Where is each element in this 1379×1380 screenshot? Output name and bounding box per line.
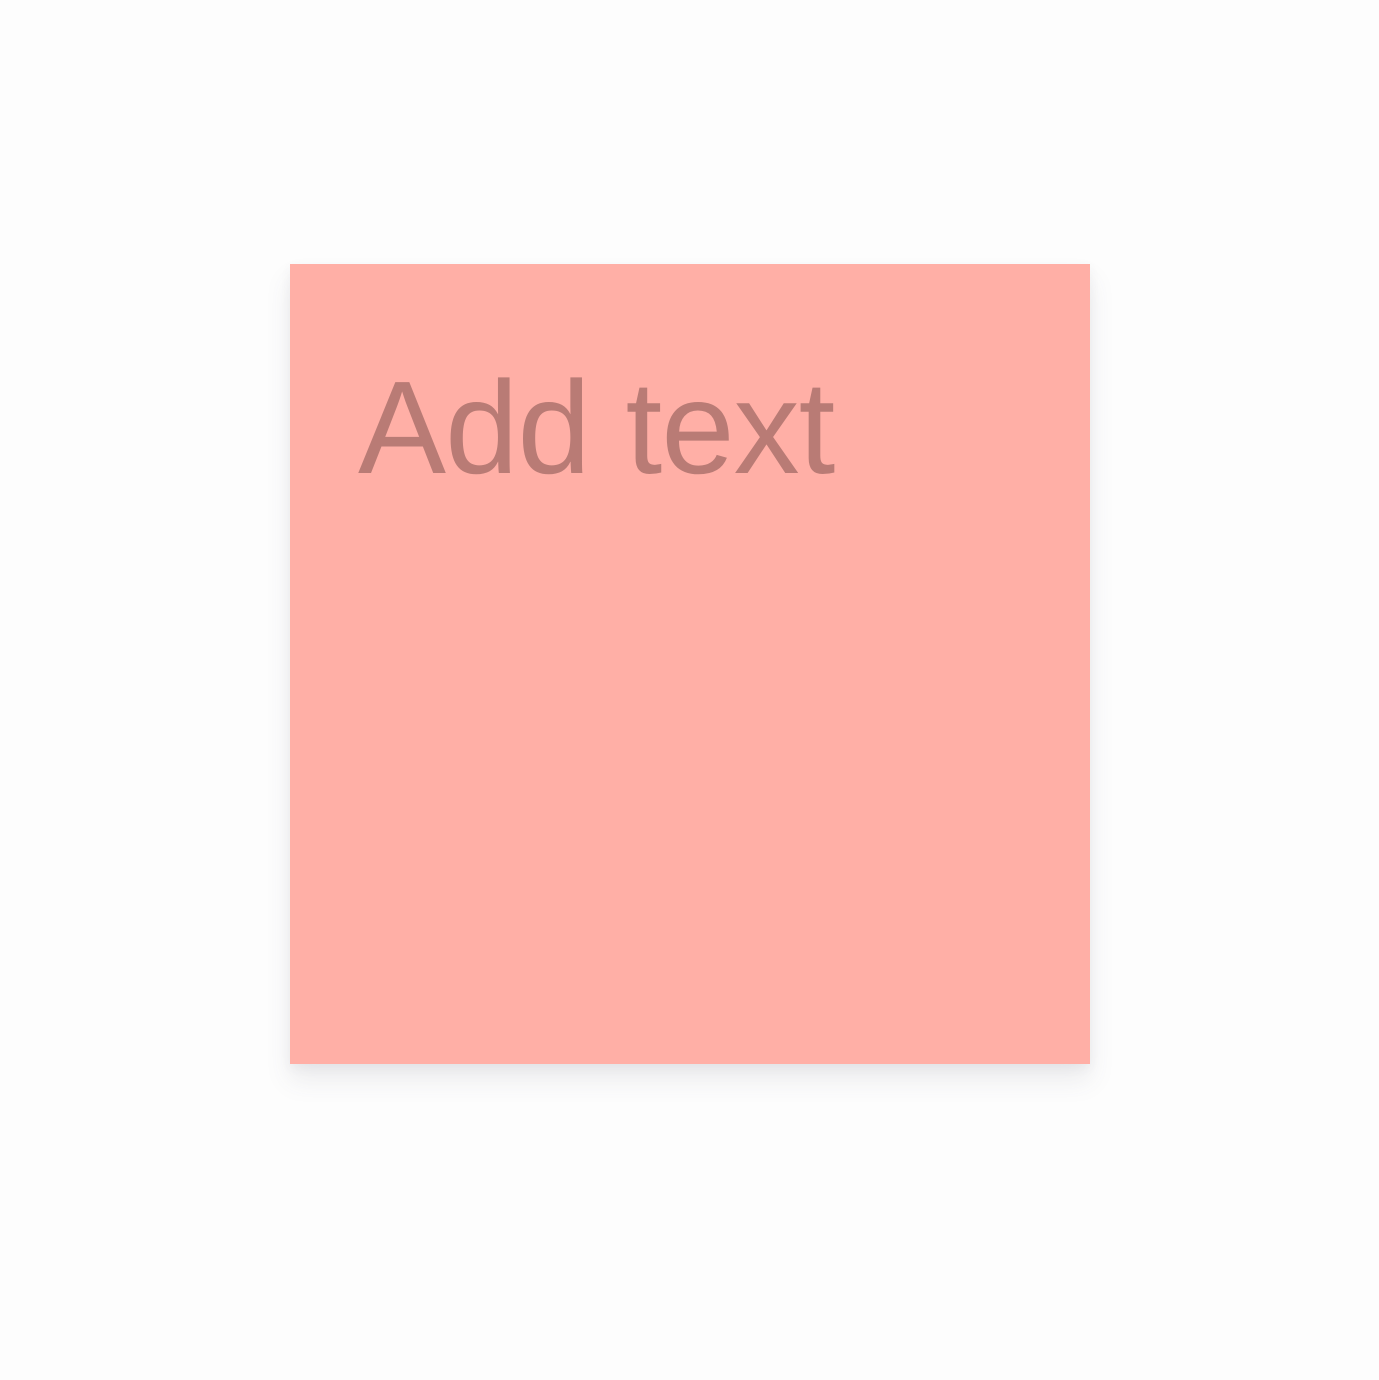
sticky-note-placeholder[interactable]: Add text	[358, 362, 835, 494]
sticky-note[interactable]: Add text	[290, 264, 1090, 1064]
whiteboard-canvas[interactable]: Add text	[0, 0, 1379, 1380]
